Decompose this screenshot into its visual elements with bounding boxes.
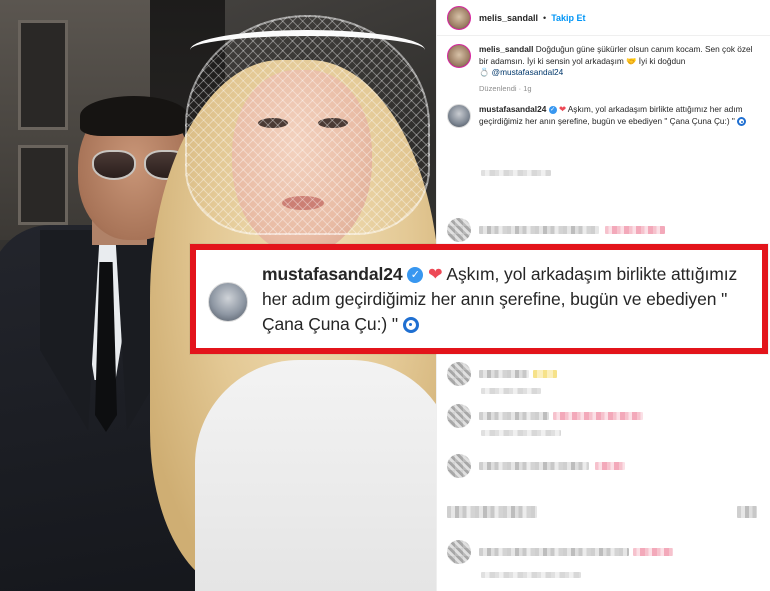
post-header: melis_sandall • Takip Et <box>437 0 770 36</box>
woman-dress <box>195 360 436 591</box>
follow-button[interactable]: Takip Et <box>551 13 585 23</box>
blurred-comment-row <box>447 362 557 386</box>
separator-dot: • <box>543 12 547 23</box>
caption-block: melis_sandall Doğduğun güne şükürler ols… <box>437 36 770 94</box>
caption-meta: Düzenlendi · 1g <box>479 83 532 93</box>
blurred-avatar <box>447 218 471 242</box>
blurred-comment-row <box>447 454 625 478</box>
blurred-comment-row <box>447 218 665 242</box>
blurred-avatar <box>447 404 471 428</box>
blurred-meta <box>481 170 551 176</box>
callout-avatar <box>208 282 248 322</box>
verified-badge-icon: ✓ <box>548 106 557 115</box>
blurred-avatar <box>447 454 471 478</box>
nazar-emoji-icon <box>737 117 747 127</box>
highlighted-comment-callout: mustafasandal24 ✓ ❤ Aşkım, yol arkadaşım… <box>190 244 768 354</box>
blurred-comment-row <box>447 404 643 428</box>
blurred-avatar <box>447 540 471 564</box>
caption-username[interactable]: melis_sandall <box>479 44 533 54</box>
author-avatar[interactable] <box>447 5 471 30</box>
caption-text-2: İyi ki doğdun <box>638 55 686 66</box>
callout-username: mustafasandal24 <box>262 264 403 284</box>
author-username[interactable]: melis_sandall <box>479 13 538 23</box>
callout-nazar-icon <box>402 317 419 334</box>
blurred-action-row <box>447 506 757 518</box>
blurred-comment-row <box>447 540 673 564</box>
caption-avatar[interactable] <box>447 44 471 68</box>
rings-emoji-icon: 💍 <box>479 67 490 78</box>
heart-emoji-icon: ❤ <box>558 104 566 115</box>
reply-avatar[interactable] <box>447 104 471 129</box>
callout-heart-icon: ❤ <box>428 264 443 284</box>
reply-block: mustafasandal24 ✓ ❤ Aşkım, yol arkadaşım… <box>437 94 770 129</box>
blurred-avatar <box>447 362 471 386</box>
callout-verified-icon: ✓ <box>407 267 424 284</box>
caption-mention[interactable]: @mustafasandal24 <box>492 67 564 77</box>
hands-emoji-icon: 🤝 <box>626 55 637 66</box>
reply-username[interactable]: mustafasandal24 <box>479 104 546 114</box>
